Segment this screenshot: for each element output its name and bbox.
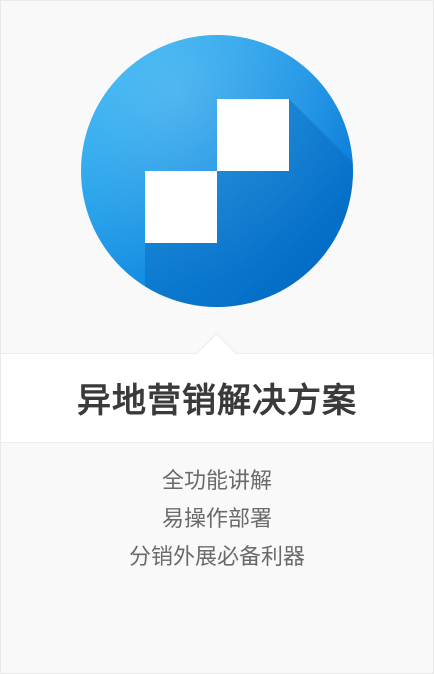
solution-card[interactable]: 异地营销解决方案 全功能讲解 易操作部署 分销外展必备利器	[0, 0, 434, 674]
hero-area	[1, 1, 433, 353]
feature-item: 全功能讲解	[161, 469, 272, 494]
lower-square	[145, 171, 217, 243]
two-white-squares-logo-icon	[81, 35, 353, 307]
feature-item: 易操作部署	[161, 507, 272, 532]
feature-item: 分销外展必备利器	[128, 545, 305, 570]
feature-list: 全功能讲解 易操作部署 分销外展必备利器	[1, 463, 433, 577]
upper-square	[217, 99, 289, 171]
solution-title[interactable]: 异地营销解决方案	[1, 377, 433, 425]
